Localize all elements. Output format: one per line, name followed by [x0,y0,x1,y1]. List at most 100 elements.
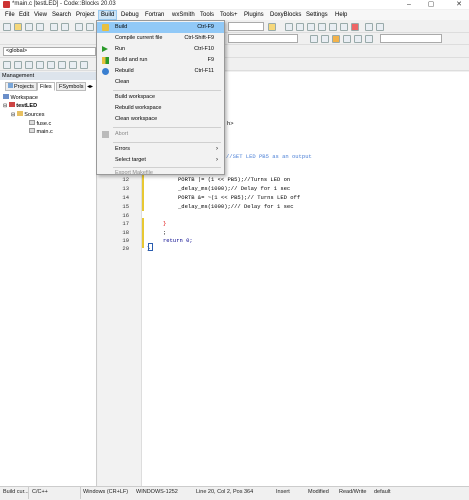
panel-icon[interactable] [47,61,55,69]
menu-build[interactable]: Build [97,10,118,20]
menu-search[interactable]: Search [50,11,73,19]
menu-item-clean-workspace[interactable]: Clean workspace [97,114,224,125]
menu-wxsmith[interactable]: wxSmith [170,11,197,19]
redo-icon[interactable] [61,23,69,31]
block-icon[interactable] [25,61,33,69]
copy-icon[interactable] [86,23,94,31]
cut-icon[interactable] [75,23,83,31]
menu-item-select-target[interactable]: Select target › [97,155,224,166]
tab-files[interactable]: Files [37,82,55,91]
code-line-fragment-include: h> [227,120,234,127]
status-eol: Windows (CR+LF) [83,489,129,495]
tree-file-main[interactable]: main.c [29,128,53,136]
project-label: testLED [16,103,38,109]
code-line: return 0; [163,237,193,244]
menu-item-label: Errors [115,146,130,152]
code-line: PORTB |= (1 << PB5);//Turns LED on [178,176,291,183]
jump-back-icon[interactable] [310,35,318,43]
status-divider [28,487,29,499]
break-icon[interactable] [340,23,348,31]
menu-item-label: Build and run [115,57,148,63]
jump-forward-icon[interactable] [321,35,329,43]
tab-scroll-arrow-icon[interactable]: ◂▸ [87,83,93,90]
bookmark-icon[interactable] [354,35,362,43]
line-number: 19 [122,237,129,244]
tree-workspace[interactable]: Workspace [3,94,38,102]
next-instruction-icon[interactable] [329,23,337,31]
debug-windows-icon[interactable] [365,23,373,31]
table-icon[interactable] [58,61,66,69]
menu-item-export-makefile: Export Makefile [97,168,224,176]
menu-item-shortcut: Ctrl-F9 [197,24,214,30]
menu-item-compile-current-file[interactable]: Compile current file Ctrl-Shift-F9 [97,33,224,44]
grid-icon[interactable] [36,61,44,69]
find-icon[interactable] [343,35,351,43]
tab-fsymbols[interactable]: FSymbols [56,82,87,91]
workspace-label: Workspace [10,95,38,101]
menu-edit[interactable]: Edit [17,11,31,19]
codeblocks-app-icon [3,1,10,8]
close-icon[interactable]: ✕ [452,0,466,9]
step-out-icon[interactable] [318,23,326,31]
menu-tools[interactable]: Tools [198,11,216,19]
menu-item-run[interactable]: Run Ctrl-F10 [97,44,224,55]
menu-item-build-workspace[interactable]: Build workspace [97,92,224,103]
menu-item-shortcut: Ctrl-Shift-F9 [184,35,214,41]
status-profile: default [374,489,391,495]
menu-item-build[interactable]: Build Ctrl-F9 [97,22,224,33]
menu-view[interactable]: View [32,11,49,19]
highlight-icon[interactable] [332,35,340,43]
step-over-icon[interactable] [307,23,315,31]
tree-file-fuse[interactable]: fuse.c [29,120,51,128]
tree-project[interactable]: ⊟ testLED [3,102,37,110]
menu-help[interactable]: Help [333,11,349,19]
build-target-icon[interactable] [268,23,276,31]
minimize-icon[interactable]: – [402,0,416,9]
menu-fortran[interactable]: Fortran [143,11,166,19]
menu-debug[interactable]: Debug [119,11,141,19]
submenu-arrow-icon: › [216,146,218,152]
menu-item-shortcut: F9 [207,57,214,63]
stop-debug-icon[interactable] [351,23,359,31]
debug-info-icon[interactable] [376,23,384,31]
line-number: 14 [122,194,129,201]
menu-item-label: Export Makefile [115,170,153,176]
new-file-icon[interactable] [3,23,11,31]
menu-item-shortcut: Ctrl-F10 [194,46,214,52]
save-icon[interactable] [25,23,33,31]
collapse-icon[interactable]: ⊟ [11,112,15,118]
columns-icon[interactable] [80,61,88,69]
menu-item-rebuild-workspace[interactable]: Rebuild workspace [97,103,224,114]
match-case-icon[interactable] [365,35,373,43]
maximize-icon[interactable]: ▢ [424,0,438,9]
menu-item-label: Build [115,24,128,30]
file-label: fuse.c [36,121,52,127]
debug-run-icon[interactable] [285,23,293,31]
status-divider [80,487,81,499]
menu-item-build-and-run[interactable]: Build and run F9 [97,55,224,66]
menu-project[interactable]: Project [74,11,97,19]
tab-projects[interactable]: Projects [5,82,37,91]
menu-tools-plus[interactable]: Tools+ [218,11,240,19]
menu-file[interactable]: File [3,11,17,19]
menu-item-rebuild[interactable]: Rebuild Ctrl-F11 [97,66,224,77]
menu-plugins[interactable]: Plugins [242,11,266,19]
status-position: Line 20, Col 2, Pos 364 [196,489,254,495]
menu-settings[interactable]: Settings [304,11,330,19]
target-combo[interactable] [228,22,264,31]
open-folder-icon[interactable] [14,23,22,31]
menu-doxyblocks[interactable]: DoxyBlocks [268,11,303,19]
menu-item-clean[interactable]: Clean [97,77,224,88]
step-into-icon[interactable] [296,23,304,31]
collapse-icon[interactable]: ⊟ [3,103,7,109]
tree-sources-folder[interactable]: ⊟ Sources [11,111,44,119]
symbol-combo[interactable] [228,34,298,43]
search-combo[interactable] [380,34,442,43]
select-arrow-icon[interactable] [3,61,11,69]
save-all-icon[interactable] [36,23,44,31]
menu-item-errors[interactable]: Errors › [97,144,224,155]
undo-icon[interactable] [50,23,58,31]
scope-combo[interactable]: <global> [3,47,96,56]
list-icon[interactable] [69,61,77,69]
rect-icon[interactable] [14,61,22,69]
